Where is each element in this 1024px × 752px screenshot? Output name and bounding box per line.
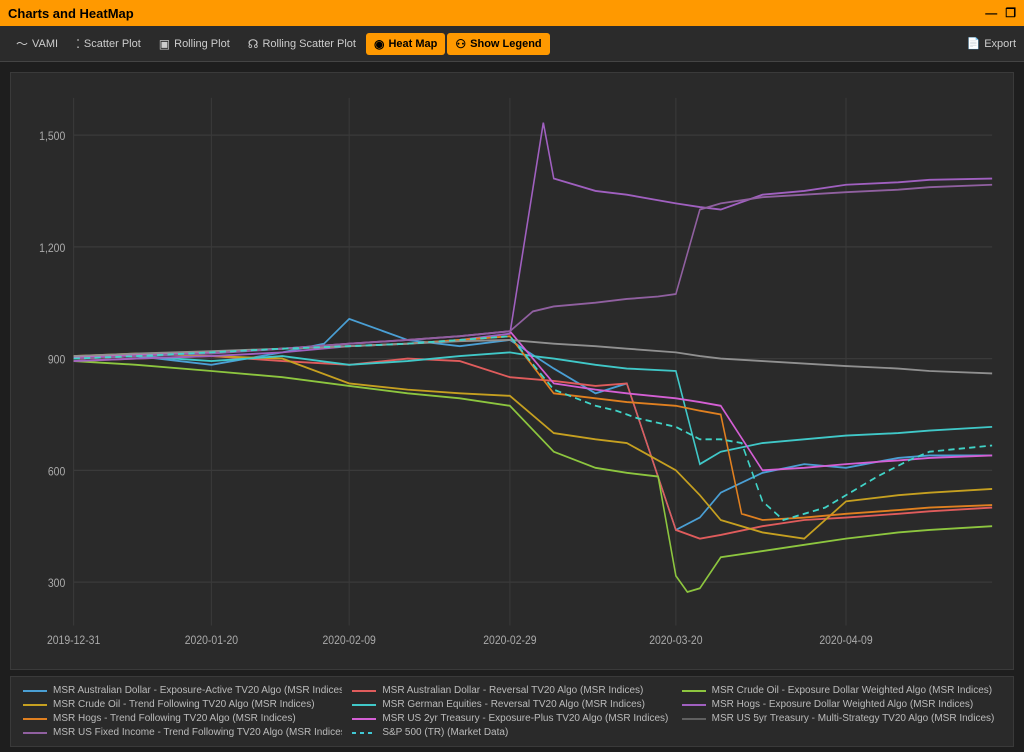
window-title: Charts and HeatMap — [8, 6, 134, 21]
tab-rolling-scatter-label: Rolling Scatter Plot — [262, 38, 356, 50]
svg-text:2020-02-09: 2020-02-09 — [323, 634, 376, 647]
export-button[interactable]: 📄 Export — [967, 37, 1017, 50]
export-icon: 📄 — [967, 37, 981, 50]
svg-text:300: 300 — [48, 577, 65, 590]
toolbar-tabs: 〜 VAMI ⁚ Scatter Plot ▣ Rolling Plot ☊ R… — [8, 31, 550, 56]
legend-label: MSR US 5yr Treasury - Multi-Strategy TV2… — [712, 713, 995, 724]
restore-button[interactable]: ❐ — [1005, 6, 1016, 20]
tab-vami-label: VAMI — [32, 38, 58, 50]
tab-rolling[interactable]: ▣ Rolling Plot — [151, 33, 238, 55]
tab-show-legend[interactable]: ⚇ Show Legend — [447, 33, 549, 55]
chart-svg: 1,500 1,200 900 600 300 2019-12-31 2020-… — [11, 73, 1013, 669]
legend-item: MSR Australian Dollar - Reversal TV20 Al… — [352, 685, 671, 696]
legend-label: MSR Crude Oil - Trend Following TV20 Alg… — [53, 699, 315, 710]
window-controls[interactable]: — ❐ — [985, 6, 1016, 20]
legend-line — [682, 704, 706, 706]
legend-label: MSR Australian Dollar - Exposure-Active … — [53, 685, 342, 696]
tab-rolling-scatter[interactable]: ☊ Rolling Scatter Plot — [240, 33, 364, 55]
toolbar: 〜 VAMI ⁚ Scatter Plot ▣ Rolling Plot ☊ R… — [0, 26, 1024, 62]
svg-text:1,200: 1,200 — [39, 242, 65, 255]
legend-label: MSR Australian Dollar - Reversal TV20 Al… — [382, 685, 643, 696]
legend-label: S&P 500 (TR) (Market Data) — [382, 727, 508, 738]
legend-label: MSR US Fixed Income - Trend Following TV… — [53, 727, 342, 738]
legend-label: MSR US 2yr Treasury - Exposure-Plus TV20… — [382, 713, 668, 724]
vami-icon: 〜 — [16, 35, 28, 52]
legend-item: MSR US Fixed Income - Trend Following TV… — [23, 727, 342, 738]
legend-item: MSR Crude Oil - Trend Following TV20 Alg… — [23, 699, 342, 710]
tab-scatter[interactable]: ⁚ Scatter Plot — [68, 33, 149, 55]
legend-line — [352, 732, 376, 734]
svg-text:2020-03-20: 2020-03-20 — [649, 634, 702, 647]
legend-line — [352, 704, 376, 706]
tab-heatmap-label: Heat Map — [388, 38, 437, 50]
legend-line — [23, 732, 47, 734]
legend-line — [23, 704, 47, 706]
tab-show-legend-label: Show Legend — [470, 38, 542, 50]
svg-text:600: 600 — [48, 466, 65, 479]
svg-text:1,500: 1,500 — [39, 130, 65, 143]
legend-item: MSR US 2yr Treasury - Exposure-Plus TV20… — [352, 713, 671, 724]
legend-label: MSR Hogs - Trend Following TV20 Algo (MS… — [53, 713, 296, 724]
legend-line — [352, 690, 376, 692]
tab-vami[interactable]: 〜 VAMI — [8, 31, 66, 56]
tab-scatter-label: Scatter Plot — [84, 38, 141, 50]
svg-text:2020-01-20: 2020-01-20 — [185, 634, 238, 647]
legend-line — [682, 718, 706, 720]
legend-item: MSR German Equities - Reversal TV20 Algo… — [352, 699, 671, 710]
legend-item: MSR Hogs - Exposure Dollar Weighted Algo… — [682, 699, 1001, 710]
export-label: Export — [984, 38, 1016, 50]
legend-item: MSR Australian Dollar - Exposure-Active … — [23, 685, 342, 696]
svg-text:2019-12-31: 2019-12-31 — [47, 634, 100, 647]
legend-item: S&P 500 (TR) (Market Data) — [352, 727, 671, 738]
svg-text:2020-02-29: 2020-02-29 — [483, 634, 536, 647]
legend-line — [23, 718, 47, 720]
tab-heatmap[interactable]: ◉ Heat Map — [366, 33, 445, 55]
tab-rolling-label: Rolling Plot — [174, 38, 230, 50]
svg-text:2020-04-09: 2020-04-09 — [819, 634, 872, 647]
rolling-icon: ▣ — [159, 37, 170, 51]
legend-line — [23, 690, 47, 692]
show-legend-icon: ⚇ — [455, 37, 466, 51]
svg-text:900: 900 — [48, 354, 65, 367]
title-bar: Charts and HeatMap — ❐ — [0, 0, 1024, 26]
legend-line — [682, 690, 706, 692]
main-content: 1,500 1,200 900 600 300 2019-12-31 2020-… — [0, 62, 1024, 752]
legend-item: MSR Crude Oil - Exposure Dollar Weighted… — [682, 685, 1001, 696]
legend-area: MSR Australian Dollar - Exposure-Active … — [10, 676, 1014, 747]
legend-label: MSR Crude Oil - Exposure Dollar Weighted… — [712, 685, 992, 696]
minimize-button[interactable]: — — [985, 6, 997, 20]
heatmap-icon: ◉ — [374, 37, 384, 51]
rolling-scatter-icon: ☊ — [248, 37, 259, 51]
legend-label: MSR Hogs - Exposure Dollar Weighted Algo… — [712, 699, 974, 710]
legend-grid: MSR Australian Dollar - Exposure-Active … — [23, 685, 1001, 738]
legend-item: MSR US 5yr Treasury - Multi-Strategy TV2… — [682, 713, 1001, 724]
scatter-icon: ⁚ — [76, 37, 80, 51]
legend-item: MSR Hogs - Trend Following TV20 Algo (MS… — [23, 713, 342, 724]
legend-label: MSR German Equities - Reversal TV20 Algo… — [382, 699, 645, 710]
legend-line — [352, 718, 376, 720]
chart-area: 1,500 1,200 900 600 300 2019-12-31 2020-… — [10, 72, 1014, 670]
